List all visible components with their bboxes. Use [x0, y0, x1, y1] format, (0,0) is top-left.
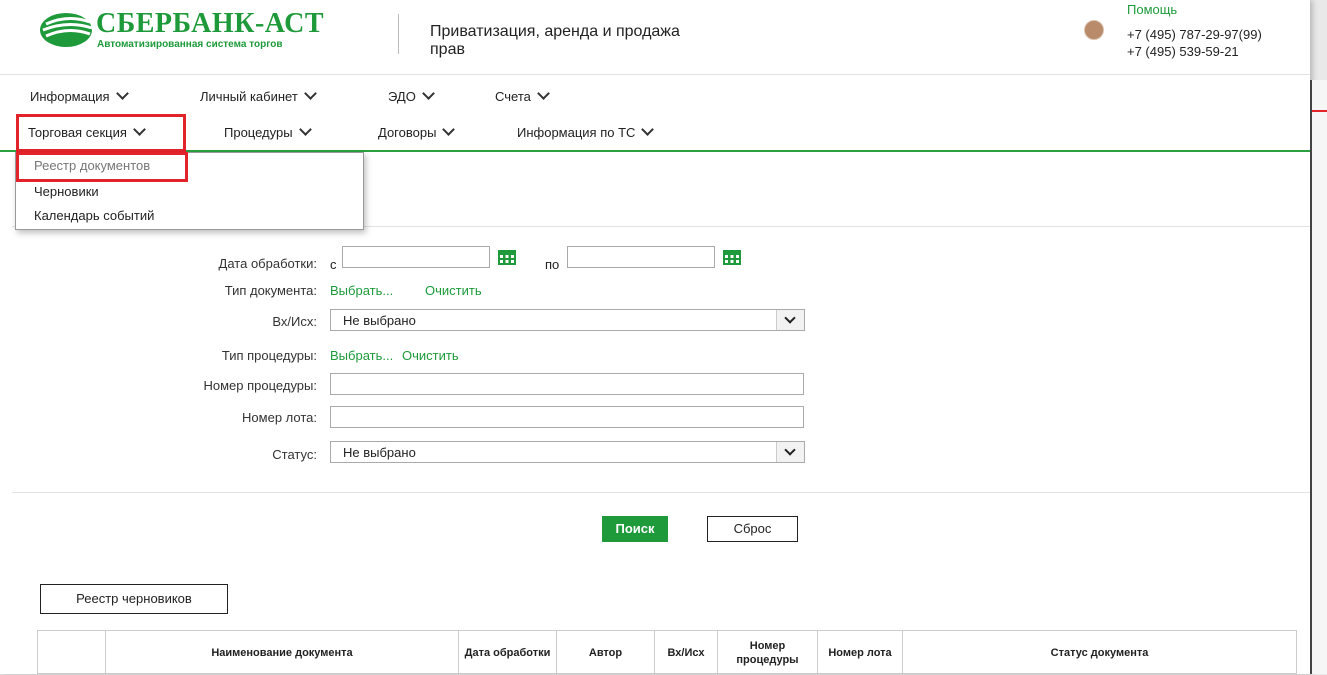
menu-label: Договоры [378, 125, 437, 140]
menu-item-info[interactable]: Информация [30, 87, 129, 104]
main-menu: Информация Личный кабинет ЭДО Счета [0, 74, 1310, 116]
sberbank-logo-icon [40, 13, 93, 47]
overlapping-window-edge [1310, 80, 1327, 674]
header-divider [398, 14, 399, 54]
highlight-frame-dropdown [16, 152, 188, 182]
highlight-frame-menu [16, 114, 186, 152]
chevron-down-icon [442, 123, 456, 136]
menu-item-accounts[interactable]: Счета [495, 87, 550, 104]
proc-type-label: Тип процедуры: [221, 348, 317, 363]
date-to-label: по [545, 257, 560, 272]
date-from-input[interactable] [342, 246, 490, 268]
table-header-cell[interactable]: Наименование документа [106, 631, 459, 675]
chevron-down-icon [298, 123, 312, 136]
page: СБЕРБАНК-АСТ Автоматизированная система … [0, 0, 1310, 675]
doc-type-label: Тип документа: [224, 283, 317, 298]
date-label: Дата обработки: [218, 256, 317, 271]
support-avatar-icon [1084, 20, 1104, 40]
menu-label: Личный кабинет [200, 89, 298, 104]
phone-number-2: +7 (495) 539-59-21 [1127, 44, 1239, 59]
inout-select-value: Не выбрано [343, 313, 416, 328]
menu-label: Счета [495, 89, 531, 104]
inout-select[interactable]: Не выбрано [330, 309, 805, 331]
menu-item-edo[interactable]: ЭДО [388, 87, 435, 104]
table-header-cell[interactable]: Автор [557, 631, 655, 675]
section-tagline: Приватизация, аренда и продажа прав [430, 23, 680, 58]
status-label: Статус: [272, 447, 317, 462]
menu-label: Процедуры [224, 125, 293, 140]
section-divider [12, 492, 1310, 493]
brand-name[interactable]: СБЕРБАНК-АСТ [96, 8, 324, 40]
table-header-cell[interactable]: Номер лота [818, 631, 903, 675]
status-select-value: Не выбрано [343, 445, 416, 460]
documents-table-header: Наименование документа Дата обработки Ав… [37, 630, 1297, 675]
search-button[interactable]: Поиск [602, 516, 668, 542]
doc-type-select-link[interactable]: Выбрать... [330, 283, 393, 298]
menu-label: Информация по ТС [517, 125, 636, 140]
date-from-label: с [330, 257, 337, 272]
table-header-cell [38, 631, 106, 675]
date-to-input[interactable] [567, 246, 715, 268]
lot-number-label: Номер лота: [242, 410, 317, 425]
table-header-cell[interactable]: Статус документа [903, 631, 1296, 675]
proc-number-label: Номер процедуры: [203, 378, 318, 393]
doc-type-clear-link[interactable]: Очистить [425, 283, 482, 298]
table-header-cell[interactable]: Дата обработки [459, 631, 557, 675]
menu-label: ЭДО [388, 89, 416, 104]
chevron-down-icon [115, 87, 129, 100]
phone-number-1: +7 (495) 787-29-97(99) [1127, 27, 1262, 42]
help-link[interactable]: Помощь [1127, 2, 1177, 17]
chevron-down-icon [303, 87, 317, 100]
reset-button[interactable]: Сброс [707, 516, 798, 542]
menu-label: Информация [30, 89, 110, 104]
dropdown-item-events-calendar[interactable]: Календарь событий [34, 208, 154, 223]
lot-number-input[interactable] [330, 406, 804, 428]
menu-item-contracts[interactable]: Договоры [378, 123, 456, 140]
trade-menu: Торговая секция Процедуры Договоры Инфор… [0, 114, 1310, 152]
chevron-down-icon [536, 87, 550, 100]
overlapping-window-marker [1312, 110, 1327, 112]
calendar-icon[interactable] [722, 248, 742, 266]
calendar-icon[interactable] [497, 248, 517, 266]
chevron-down-icon [776, 442, 804, 462]
proc-number-input[interactable] [330, 373, 804, 395]
table-header-cell[interactable]: Номер процедуры [718, 631, 818, 675]
proc-type-select-link[interactable]: Выбрать... [330, 348, 393, 363]
dropdown-item-drafts[interactable]: Черновики [34, 184, 99, 199]
chevron-down-icon [421, 87, 435, 100]
drafts-registry-button[interactable]: Реестр черновиков [40, 584, 228, 614]
menu-item-ts-info[interactable]: Информация по ТС [517, 123, 655, 140]
chevron-down-icon [776, 310, 804, 330]
chevron-down-icon [641, 123, 655, 136]
proc-type-clear-link[interactable]: Очистить [402, 348, 459, 363]
inout-label: Вх/Исх: [272, 314, 317, 329]
menu-item-cabinet[interactable]: Личный кабинет [200, 87, 317, 104]
brand-subtitle: Автоматизированная система торгов [97, 39, 283, 50]
table-header-cell[interactable]: Вх/Исх [655, 631, 718, 675]
menu-item-procedures[interactable]: Процедуры [224, 123, 312, 140]
status-select[interactable]: Не выбрано [330, 441, 805, 463]
